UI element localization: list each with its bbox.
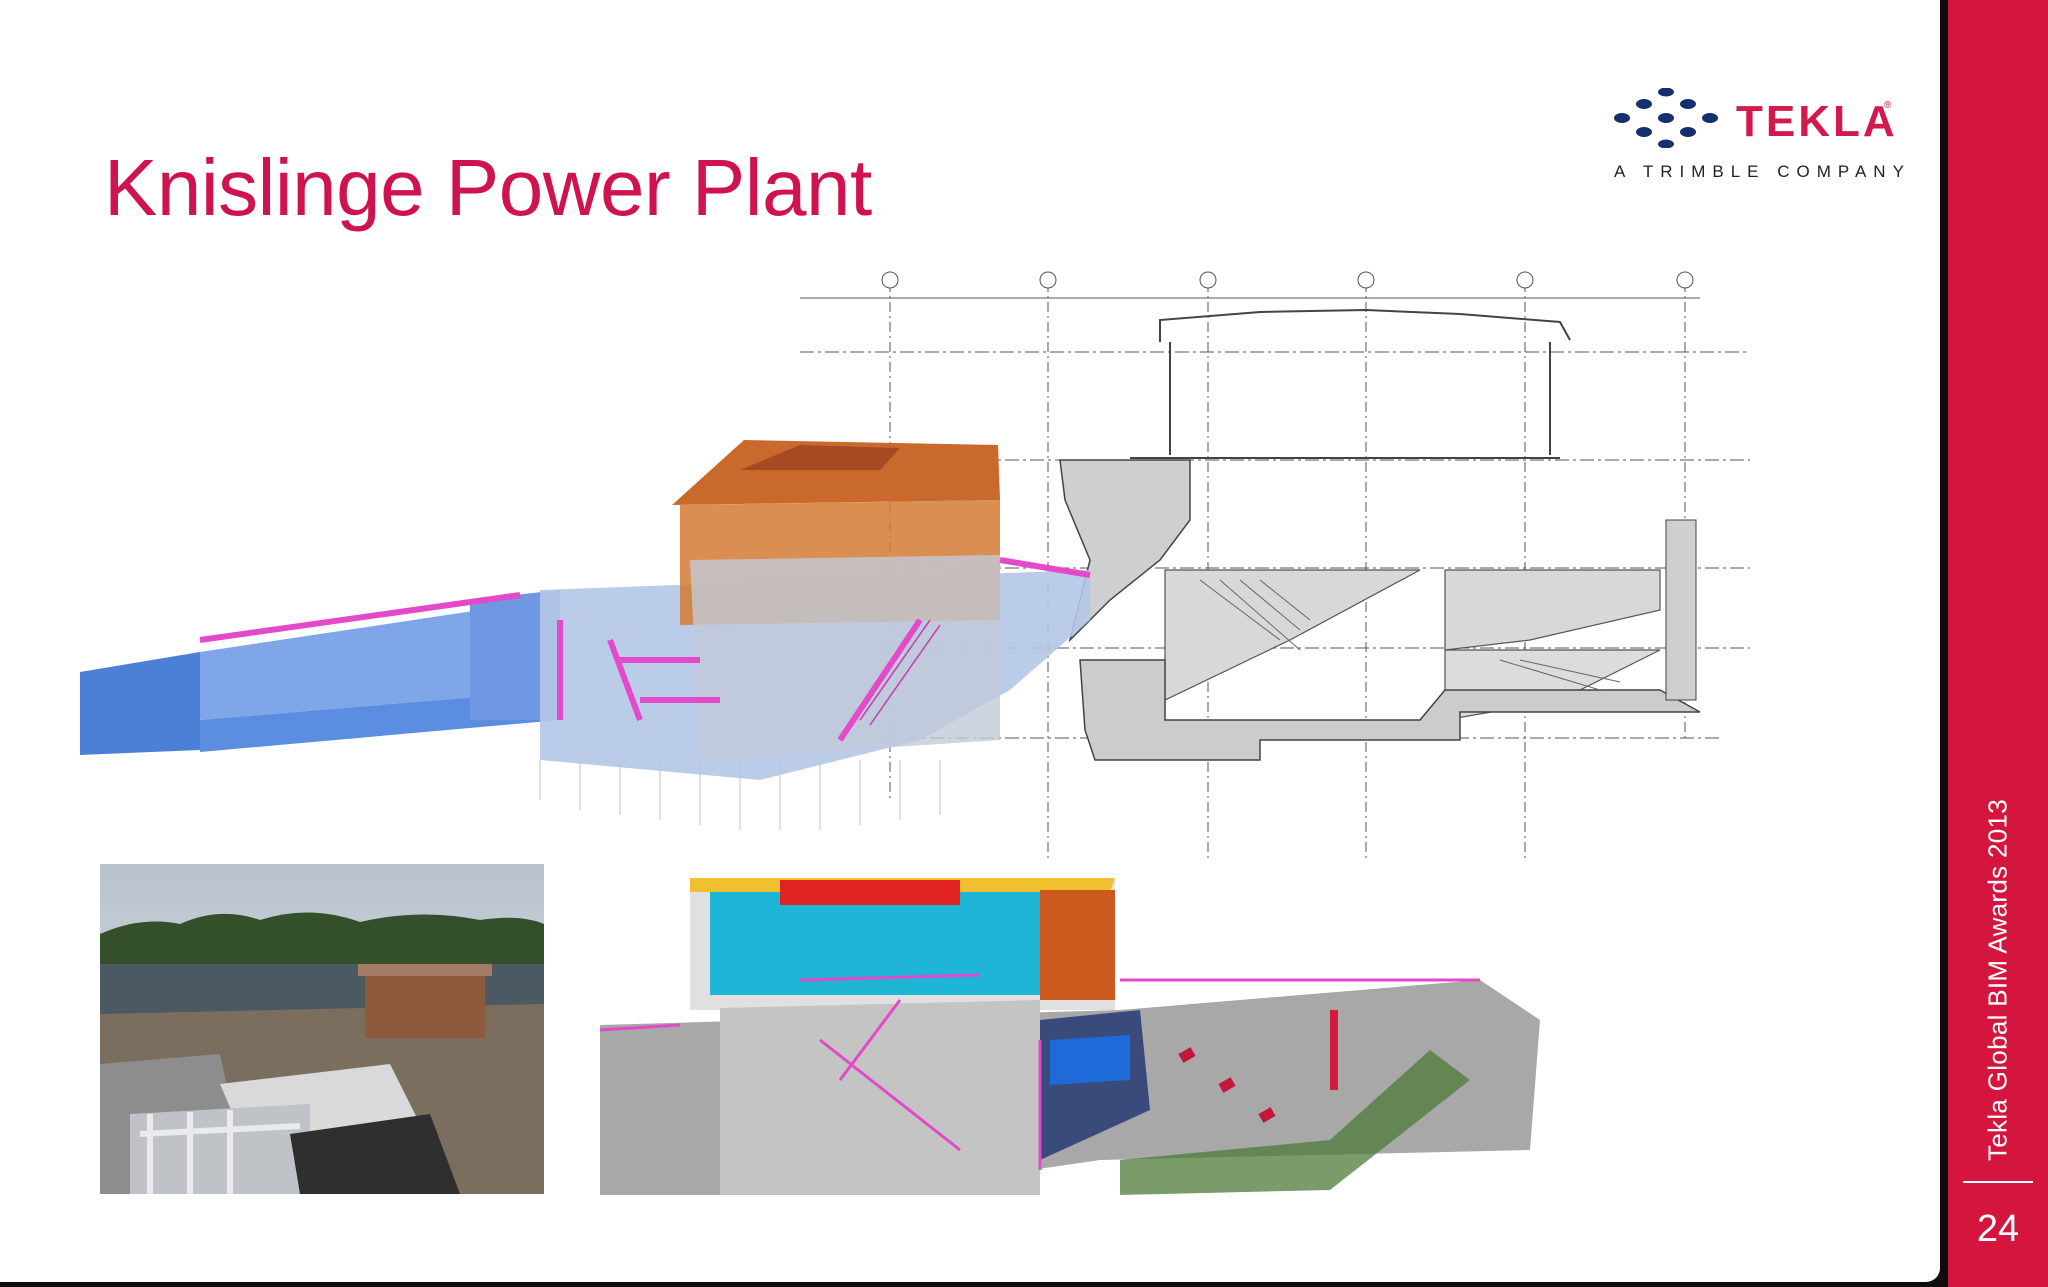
site-photo — [100, 864, 544, 1194]
footer-caption: Tekla Global BIM Awards 2013 — [1982, 798, 2013, 1162]
tekla-logo: TEKLA ® A TRIMBLE COMPANY — [1608, 86, 1904, 186]
tekla-dots-icon — [1614, 88, 1718, 148]
page-number: 24 — [1976, 1208, 2020, 1250]
logo-tagline: A TRIMBLE COMPANY — [1614, 162, 1911, 181]
sidebar-divider — [1963, 1181, 2033, 1183]
3d-model-overview — [80, 440, 1091, 830]
slide: Knislinge Power Plant TEKLA ® A TRIMBLE … — [0, 0, 1940, 1282]
3d-section-render — [599, 878, 1540, 1195]
logo-registered-mark: ® — [1884, 100, 1892, 111]
sidebar: Tekla Global BIM Awards 2013 24 — [1948, 0, 2048, 1287]
logo-wordmark: TEKLA — [1736, 97, 1898, 146]
slide-title: Knislinge Power Plant — [104, 143, 872, 232]
